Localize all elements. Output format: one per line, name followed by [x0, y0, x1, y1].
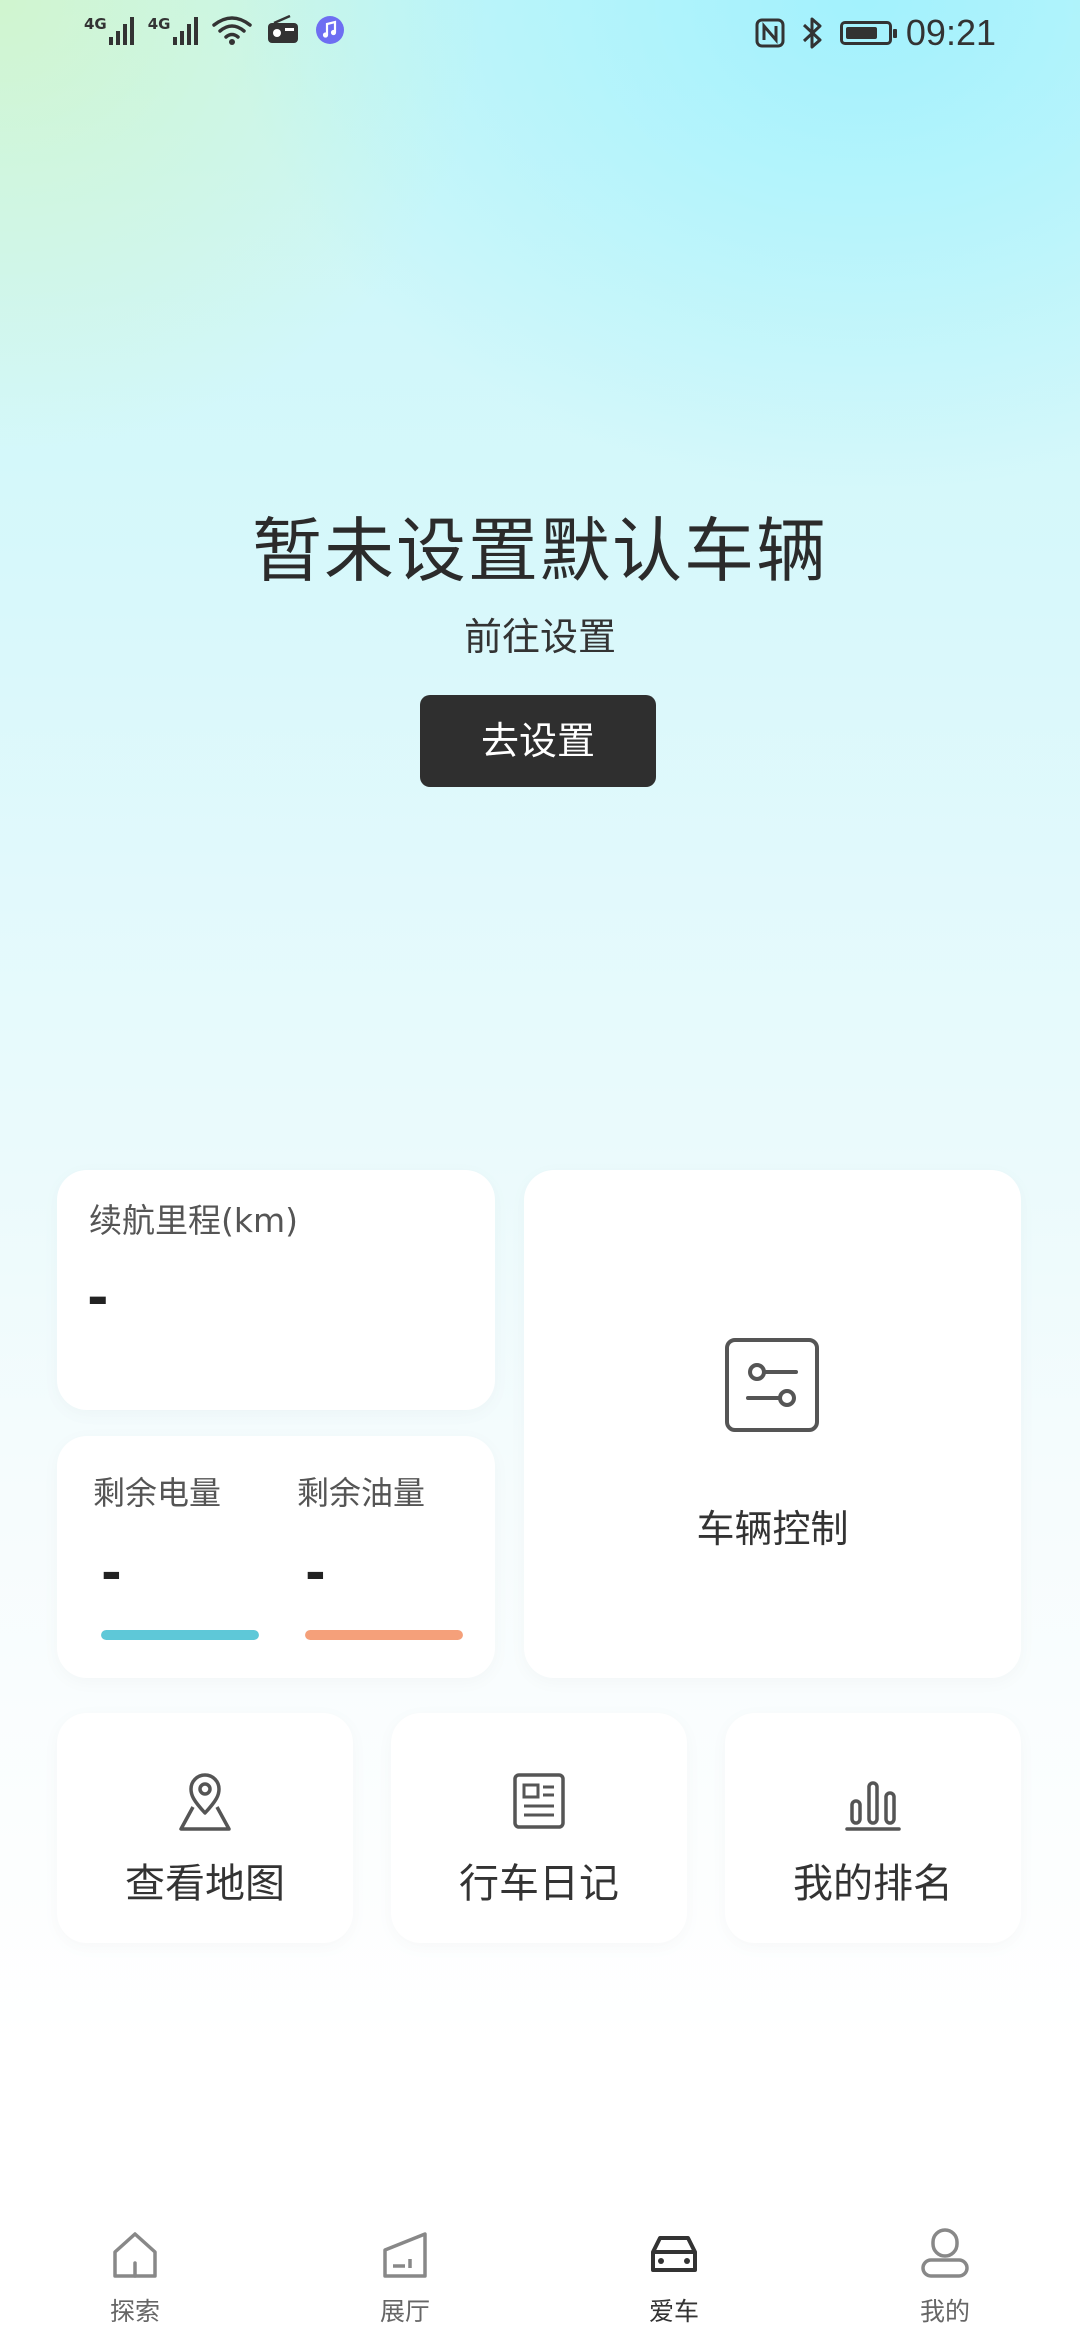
- tab-my-car[interactable]: 爱车: [604, 2226, 744, 2328]
- driving-journal-card[interactable]: 行车日记: [391, 1713, 687, 1943]
- no-default-vehicle-title: 暂未设置默认车辆: [252, 510, 828, 592]
- fuel-remaining-value: -: [305, 1544, 326, 1602]
- car-icon: [651, 2236, 697, 2272]
- tab-showroom[interactable]: 展厅: [335, 2226, 475, 2328]
- battery-remaining-value: -: [101, 1544, 122, 1602]
- go-setup-button[interactable]: 去设置: [420, 695, 656, 787]
- battery-remaining-label: 剩余电量: [93, 1474, 222, 1512]
- cellular-signal-2-icon: 4G: [148, 15, 198, 45]
- view-map-card[interactable]: 查看地图: [57, 1713, 353, 1943]
- tab-profile[interactable]: 我的: [875, 2226, 1015, 2328]
- status-bar: 4G 4G 09:21: [0, 0, 1080, 72]
- journal-icon: [513, 1773, 565, 1829]
- view-map-label: 查看地图: [125, 1861, 285, 1907]
- fuel-level-bar: [305, 1630, 463, 1640]
- tab-explore[interactable]: 探索: [65, 2226, 205, 2328]
- clock: 09:21: [905, 12, 996, 53]
- battery-icon: [839, 21, 897, 45]
- fuel-remaining-label: 剩余油量: [297, 1474, 426, 1512]
- energy-card[interactable]: 剩余电量 - 剩余油量 -: [57, 1436, 495, 1678]
- battery-level-bar: [101, 1630, 259, 1640]
- bluetooth-icon: [802, 17, 822, 49]
- status-bar-right: 09:21: [754, 12, 996, 54]
- vehicle-control-card[interactable]: 车辆控制: [524, 1170, 1021, 1678]
- nfc-icon: [755, 18, 785, 48]
- tab-my-car-label: 爱车: [648, 2297, 699, 2326]
- cellular-signal-1-icon: 4G: [84, 15, 134, 45]
- tab-showroom-label: 展厅: [379, 2297, 430, 2326]
- range-label: 续航里程(km): [89, 1201, 299, 1240]
- go-setup-subtitle: 前往设置: [463, 615, 616, 659]
- showroom-icon: [383, 2232, 427, 2278]
- range-value: -: [87, 1268, 109, 1328]
- vehicle-control-label: 车辆控制: [696, 1507, 849, 1551]
- ranking-chart-icon: [845, 1781, 901, 1831]
- range-card[interactable]: 续航里程(km) -: [57, 1170, 495, 1410]
- home-icon: [113, 2232, 157, 2278]
- music-app-icon: [315, 16, 344, 44]
- profile-icon: [921, 2228, 969, 2278]
- my-ranking-card[interactable]: 我的排名: [725, 1713, 1021, 1943]
- vehicle-control-icon: [725, 1338, 819, 1432]
- driving-journal-label: 行车日记: [459, 1861, 619, 1907]
- bottom-tab-bar: 探索 展厅 爱车 我的: [0, 2190, 1080, 2340]
- tab-explore-label: 探索: [109, 2297, 160, 2326]
- tab-profile-label: 我的: [919, 2297, 970, 2326]
- map-pin-icon: [179, 1773, 231, 1831]
- status-bar-left: 4G 4G: [84, 14, 346, 46]
- radio-icon: [267, 15, 298, 43]
- my-ranking-label: 我的排名: [793, 1861, 953, 1907]
- wifi-icon: [211, 16, 252, 45]
